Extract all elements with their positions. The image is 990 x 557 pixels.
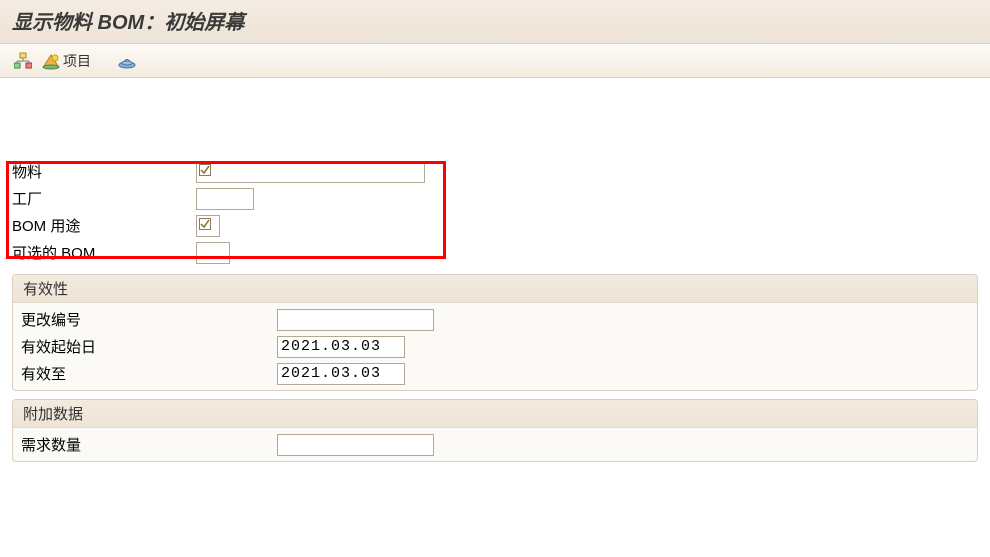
items-button-label: 项目 bbox=[63, 51, 91, 71]
bom-use-input[interactable] bbox=[196, 215, 220, 237]
plant-row: 工厂 bbox=[0, 185, 990, 212]
plant-label: 工厂 bbox=[12, 188, 196, 209]
req-qty-input[interactable] bbox=[277, 434, 434, 456]
material-row: 物料 bbox=[0, 158, 990, 185]
change-number-label: 更改编号 bbox=[21, 309, 277, 330]
page-title-bar: 显示物料 BOM：初始屏幕 bbox=[0, 0, 990, 44]
valid-to-input[interactable] bbox=[277, 363, 405, 385]
hierarchy-button[interactable] bbox=[12, 52, 34, 70]
optional-bom-input[interactable] bbox=[196, 242, 230, 264]
change-number-input[interactable] bbox=[277, 309, 434, 331]
material-input[interactable] bbox=[196, 161, 425, 183]
services-icon bbox=[117, 52, 137, 70]
items-button[interactable]: 项目 bbox=[40, 51, 93, 71]
bom-use-row: BOM 用途 bbox=[0, 212, 990, 239]
optional-bom-row: 可选的 BOM bbox=[0, 239, 990, 266]
validity-group: 有效性 更改编号 有效起始日 有效至 bbox=[12, 274, 978, 391]
valid-to-label: 有效至 bbox=[21, 363, 277, 384]
top-form-section: 物料 工厂 BOM 用途 bbox=[0, 158, 990, 266]
additional-data-group: 附加数据 需求数量 bbox=[12, 399, 978, 462]
bom-use-label: BOM 用途 bbox=[12, 215, 196, 236]
valid-from-label: 有效起始日 bbox=[21, 336, 277, 357]
page-title: 显示物料 BOM：初始屏幕 bbox=[12, 12, 244, 34]
toolbar: 项目 bbox=[0, 44, 990, 78]
validity-group-title: 有效性 bbox=[13, 275, 977, 303]
material-label: 物料 bbox=[12, 161, 196, 182]
plant-input[interactable] bbox=[196, 188, 254, 210]
valid-from-input[interactable] bbox=[277, 336, 405, 358]
req-qty-row: 需求数量 bbox=[13, 431, 977, 458]
items-icon bbox=[42, 52, 60, 70]
optional-bom-label: 可选的 BOM bbox=[12, 242, 196, 263]
content-area: 物料 工厂 BOM 用途 bbox=[0, 158, 990, 462]
hierarchy-icon bbox=[14, 52, 32, 70]
change-number-row: 更改编号 bbox=[13, 306, 977, 333]
additional-data-group-title: 附加数据 bbox=[13, 400, 977, 428]
req-qty-label: 需求数量 bbox=[21, 434, 277, 455]
valid-to-row: 有效至 bbox=[13, 360, 977, 387]
valid-from-row: 有效起始日 bbox=[13, 333, 977, 360]
services-button[interactable] bbox=[115, 52, 139, 70]
